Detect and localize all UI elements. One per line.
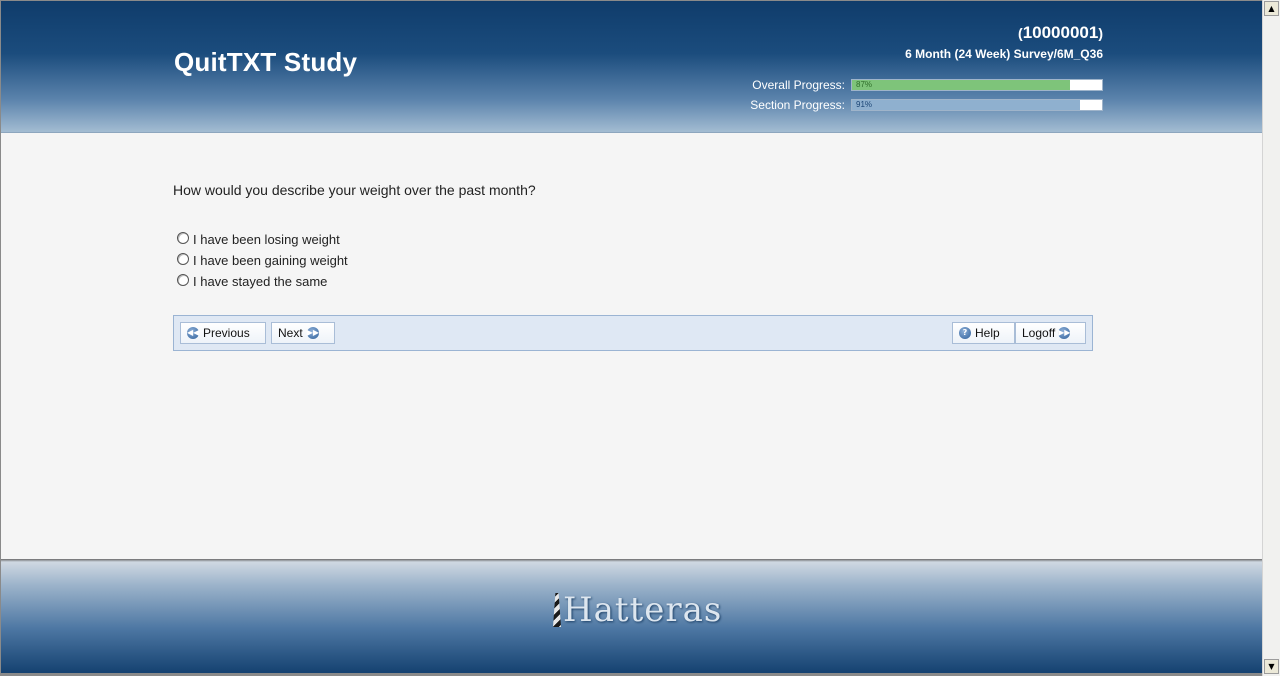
next-button[interactable]: Next ▶▶ xyxy=(271,322,335,344)
survey-window: QuitTXT Study (10000001) 6 Month (24 Wee… xyxy=(0,0,1262,674)
help-button[interactable]: ? Help xyxy=(952,322,1015,344)
answer-option-losing[interactable]: I have been losing weight xyxy=(177,229,348,250)
scroll-down-arrow-icon[interactable]: ▼ xyxy=(1264,659,1279,674)
answer-option-label: I have stayed the same xyxy=(193,274,328,289)
answer-option-label: I have been gaining weight xyxy=(193,253,348,268)
section-progress-bar: 91% xyxy=(851,99,1103,111)
logoff-button-label: Logoff xyxy=(1022,326,1056,340)
section-progress-row: Section Progress: 91% xyxy=(750,98,1103,112)
radio-button[interactable] xyxy=(177,231,189,244)
previous-button-label: Previous xyxy=(203,326,250,340)
question-text: How would you describe your weight over … xyxy=(173,182,536,198)
overall-progress-bar: 87% xyxy=(851,79,1103,91)
hatteras-logo: Hatteras xyxy=(553,593,722,627)
section-progress-percent: 91% xyxy=(856,100,873,109)
participant-id-close-paren: ) xyxy=(1098,25,1103,41)
fast-forward-circle-icon: ▶▶ xyxy=(1058,327,1071,339)
answer-option-gaining[interactable]: I have been gaining weight xyxy=(177,250,348,271)
overall-progress-percent: 87% xyxy=(856,80,873,89)
answer-options: I have been losing weight I have been ga… xyxy=(177,229,348,292)
page-header: QuitTXT Study (10000001) 6 Month (24 Wee… xyxy=(1,1,1262,133)
help-button-label: Help xyxy=(975,326,1000,340)
participant-id: (10000001) xyxy=(905,23,1103,43)
logo-text: Hatteras xyxy=(563,590,723,630)
rewind-circle-icon: ◀◀ xyxy=(187,327,200,339)
logoff-button[interactable]: Logoff ▶▶ xyxy=(1015,322,1086,344)
survey-name: 6 Month (24 Week) Survey/6M_Q36 xyxy=(905,47,1103,61)
radio-button[interactable] xyxy=(177,252,189,265)
overall-progress-fill xyxy=(852,80,1070,90)
page-footer: Hatteras xyxy=(1,559,1262,673)
app-title: QuitTXT Study xyxy=(174,47,358,77)
lighthouse-icon xyxy=(553,593,561,627)
radio-button[interactable] xyxy=(177,273,189,286)
fast-forward-circle-icon: ▶▶ xyxy=(306,327,319,339)
section-progress-fill xyxy=(852,100,1080,110)
participant-id-number: 10000001 xyxy=(1022,23,1099,42)
question-circle-icon: ? xyxy=(959,327,971,339)
next-button-label: Next xyxy=(278,326,303,340)
participant-info: (10000001) 6 Month (24 Week) Survey/6M_Q… xyxy=(905,23,1103,63)
scroll-up-arrow-icon[interactable]: ▲ xyxy=(1264,1,1279,16)
overall-progress-label: Overall Progress: xyxy=(752,78,845,92)
vertical-scrollbar[interactable]: ▲ ▼ xyxy=(1262,0,1280,676)
section-progress-label: Section Progress: xyxy=(750,98,845,112)
answer-option-same[interactable]: I have stayed the same xyxy=(177,271,348,292)
answer-option-label: I have been losing weight xyxy=(193,232,340,247)
navigation-bar: ◀◀ Previous Next ▶▶ ? Help Logoff ▶▶ xyxy=(173,315,1093,351)
overall-progress-row: Overall Progress: 87% xyxy=(752,78,1103,92)
previous-button[interactable]: ◀◀ Previous xyxy=(180,322,266,344)
